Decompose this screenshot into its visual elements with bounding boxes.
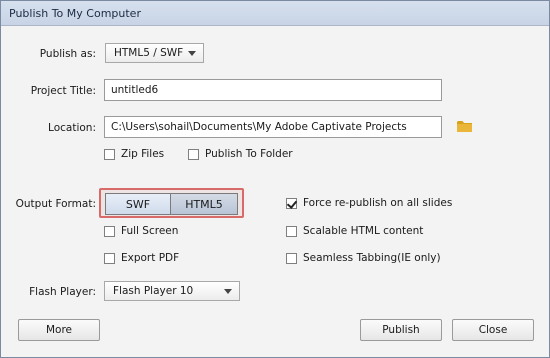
location-input[interactable]: C:\Users\sohail\Documents\My Adobe Capti… bbox=[104, 116, 442, 138]
project-title-value: untitled6 bbox=[111, 84, 159, 96]
dialog-title: Publish To My Computer bbox=[1, 1, 549, 26]
export-pdf-label: Export PDF bbox=[121, 252, 180, 264]
output-format-label: Output Format: bbox=[15, 198, 96, 210]
location-label: Location: bbox=[48, 122, 96, 134]
checkbox-box bbox=[104, 252, 115, 264]
project-title-label: Project Title: bbox=[30, 85, 96, 97]
force-republish-checkbox[interactable]: Force re-publish on all slides bbox=[286, 197, 452, 209]
checkbox-box bbox=[188, 148, 199, 160]
location-value: C:\Users\sohail\Documents\My Adobe Capti… bbox=[111, 121, 407, 133]
publish-to-folder-label: Publish To Folder bbox=[205, 148, 293, 160]
publish-as-value: HTML5 / SWF bbox=[114, 47, 184, 59]
publish-to-folder-checkbox[interactable]: Publish To Folder bbox=[188, 148, 293, 160]
publish-as-label: Publish as: bbox=[39, 48, 96, 60]
output-format-toggle: SWF HTML5 bbox=[99, 188, 244, 218]
publish-dialog: Publish To My Computer Publish as: HTML5… bbox=[0, 0, 550, 358]
chevron-down-icon bbox=[224, 289, 232, 294]
more-button[interactable]: More bbox=[18, 319, 100, 341]
folder-icon[interactable] bbox=[457, 120, 472, 132]
scalable-html-checkbox[interactable]: Scalable HTML content bbox=[286, 225, 423, 237]
checkbox-box-checked bbox=[286, 197, 297, 209]
checkbox-box bbox=[286, 225, 297, 237]
swf-button[interactable]: SWF bbox=[105, 193, 171, 215]
full-screen-checkbox[interactable]: Full Screen bbox=[104, 225, 178, 237]
force-republish-label: Force re-publish on all slides bbox=[303, 197, 453, 209]
publish-button[interactable]: Publish bbox=[360, 319, 442, 341]
full-screen-label: Full Screen bbox=[121, 225, 179, 237]
flash-player-value: Flash Player 10 bbox=[113, 285, 194, 297]
close-button[interactable]: Close bbox=[452, 319, 534, 341]
publish-as-dropdown[interactable]: HTML5 / SWF bbox=[105, 43, 204, 63]
chevron-down-icon bbox=[188, 51, 196, 56]
flash-player-label: Flash Player: bbox=[29, 286, 96, 298]
project-title-input[interactable]: untitled6 bbox=[104, 79, 442, 101]
checkbox-box bbox=[104, 148, 115, 160]
checkbox-box bbox=[104, 225, 115, 237]
export-pdf-checkbox[interactable]: Export PDF bbox=[104, 252, 179, 264]
html5-button[interactable]: HTML5 bbox=[171, 193, 238, 215]
scalable-html-label: Scalable HTML content bbox=[303, 225, 424, 237]
seamless-tabbing-label: Seamless Tabbing(IE only) bbox=[303, 252, 441, 264]
checkbox-box bbox=[286, 252, 297, 264]
flash-player-dropdown[interactable]: Flash Player 10 bbox=[104, 281, 240, 301]
zip-files-label: Zip Files bbox=[121, 148, 165, 160]
zip-files-checkbox[interactable]: Zip Files bbox=[104, 148, 164, 160]
seamless-tabbing-checkbox[interactable]: Seamless Tabbing(IE only) bbox=[286, 252, 441, 264]
